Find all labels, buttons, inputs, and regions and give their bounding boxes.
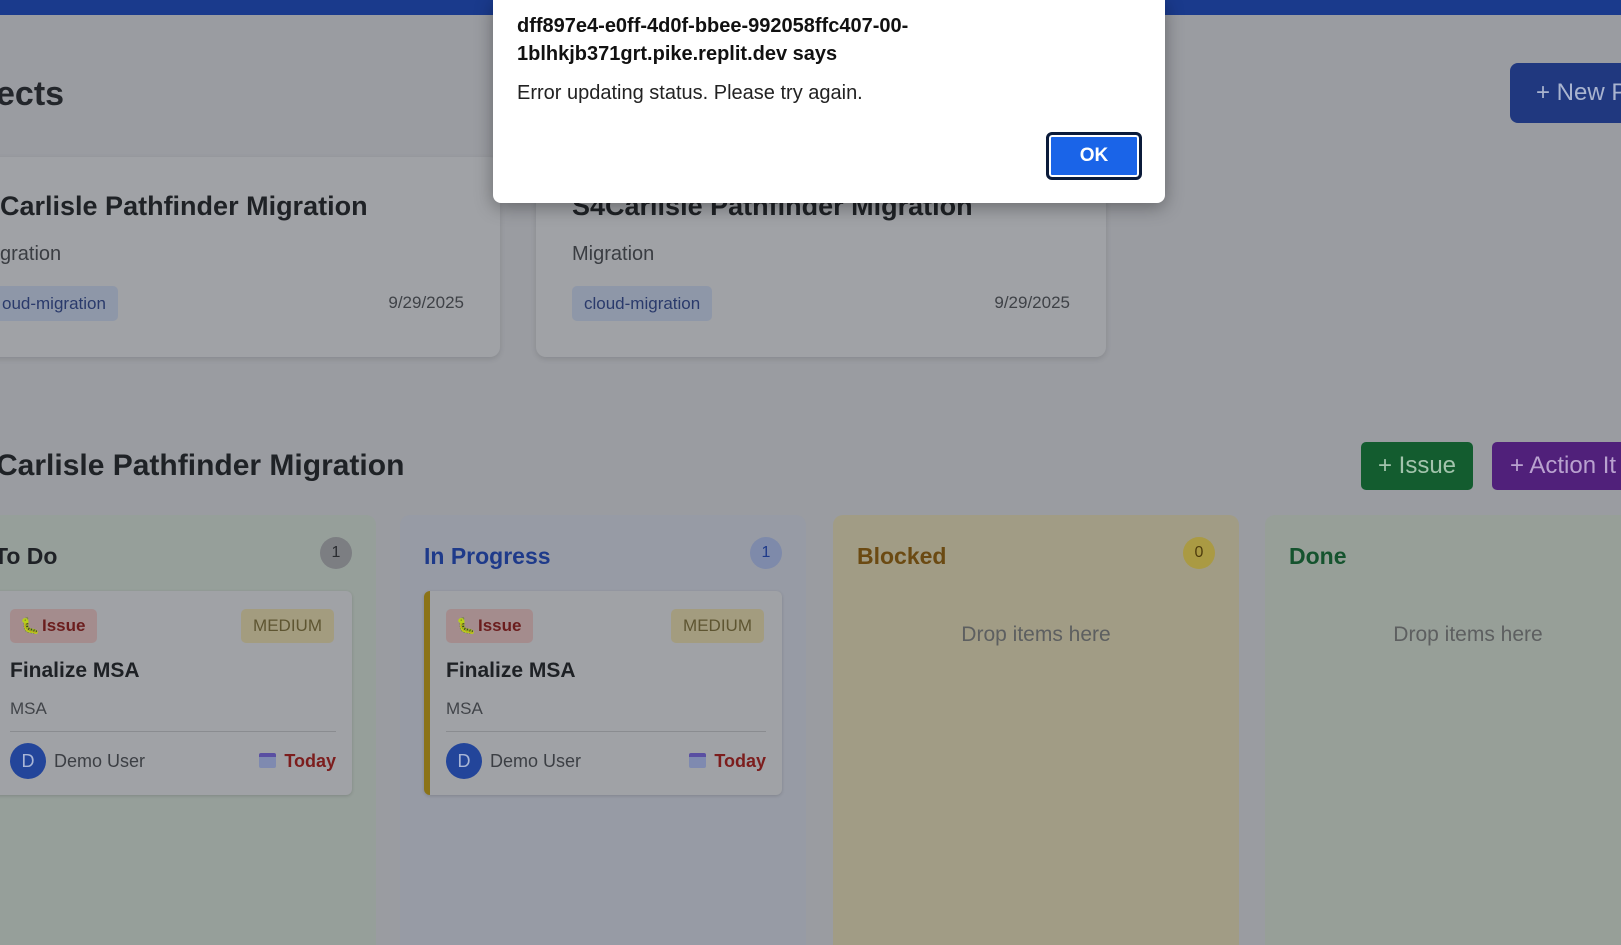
due-date: Today [259,751,336,772]
dialog-message: Error updating status. Please try again. [517,82,863,104]
item-title: Finalize MSA [446,659,576,682]
column-count-badge: 0 [1183,537,1215,569]
project-type: Migration [572,243,655,265]
column-count-badge: 1 [750,537,782,569]
column-title: To Do [0,543,58,569]
projects-heading: ects [0,75,65,113]
due-date: Today [689,751,766,772]
calendar-icon [259,753,277,768]
project-card[interactable]: Carlisle Pathfinder Migration gration ou… [0,157,500,357]
drop-zone-label: Drop items here [961,623,1111,646]
alert-dialog: dff897e4-e0ff-4d0f-bbee-992058ffc407-00-… [493,0,1165,203]
drop-zone-label: Drop items here [1393,623,1543,646]
due-label: Today [714,751,766,771]
dialog-origin: dff897e4-e0ff-4d0f-bbee-992058ffc407-00-… [517,15,909,65]
item-type-badge: 🐛 Issue [10,609,98,643]
bug-icon: 🐛 [456,618,476,635]
avatar: D [446,743,482,779]
item-description: MSA [446,699,483,718]
assignee-name: Demo User [490,751,582,771]
column-count-badge: 1 [320,537,352,569]
board-item-card[interactable]: 🐛 Issue MEDIUM Finalize MSA MSA D Demo Us… [0,591,352,795]
divider [10,731,336,732]
column-done[interactable]: Done Drop items here [1265,515,1621,945]
priority-badge: MEDIUM [241,609,334,643]
column-blocked[interactable]: Blocked 0 Drop items here [833,515,1239,945]
column-todo[interactable]: To Do 1 🐛 Issue MEDIUM Finalize MSA MSA D… [0,515,376,945]
priority-badge: MEDIUM [671,609,764,643]
new-project-button[interactable]: + New P [1510,63,1621,123]
assignee-name: Demo User [54,751,146,771]
item-description: MSA [10,699,47,718]
avatar: D [10,743,46,779]
column-title: Blocked [857,543,947,569]
project-type: gration [0,243,62,265]
item-type-label: Issue [42,616,86,635]
item-type-badge: 🐛 Issue [446,609,534,643]
project-tag: oud-migration [0,286,118,321]
project-tag: cloud-migration [572,286,713,321]
add-issue-button[interactable]: + Issue [1361,442,1473,490]
board-item-card[interactable]: 🐛 Issue MEDIUM Finalize MSA MSA D Demo Us… [424,591,782,795]
bug-icon: 🐛 [20,618,40,635]
due-label: Today [284,751,336,771]
item-title: Finalize MSA [10,659,140,682]
add-action-item-button[interactable]: + Action It [1492,442,1621,490]
board-heading: Carlisle Pathfinder Migration [0,449,405,482]
calendar-icon [689,753,707,768]
project-date: 9/29/2025 [388,293,464,312]
column-title: Done [1289,543,1347,569]
ok-button[interactable]: OK [1046,132,1142,180]
project-title: Carlisle Pathfinder Migration [0,191,368,221]
divider [446,731,766,732]
column-title: In Progress [424,543,551,569]
project-date: 9/29/2025 [994,293,1070,312]
column-in-progress[interactable]: In Progress 1 🐛 Issue MEDIUM Finalize MSA… [400,515,806,945]
item-type-label: Issue [478,616,522,635]
